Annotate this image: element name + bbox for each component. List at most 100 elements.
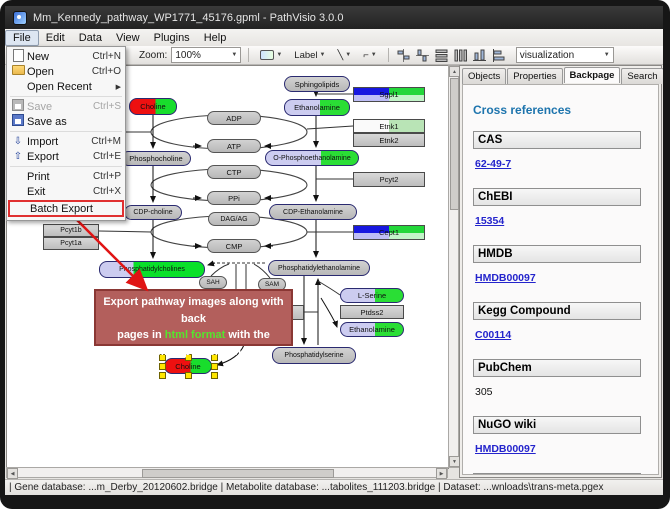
screenshot-frame: Mm_Kennedy_pathway_WP1771_45176.gpml - P… bbox=[0, 0, 670, 509]
xref-value-pubchem: 305 bbox=[475, 386, 493, 398]
menu-item-export[interactable]: ⇧ Export Ctrl+E bbox=[7, 149, 125, 164]
node-etnk2[interactable]: Etnk2 bbox=[353, 133, 425, 147]
menu-item-open[interactable]: Open Ctrl+O bbox=[7, 64, 125, 79]
selection-handle[interactable] bbox=[185, 372, 192, 379]
node-pcyt1b[interactable]: Pcyt1b bbox=[43, 224, 99, 237]
node-ethanolamine-bottom[interactable]: Ethanolamine bbox=[340, 322, 404, 337]
menu-item-batch-export[interactable]: Batch Export bbox=[8, 200, 124, 217]
menu-edit[interactable]: Edit bbox=[39, 31, 72, 45]
align-center-horizontal-button[interactable] bbox=[415, 48, 430, 63]
node-o-phosphoethanolamine[interactable]: O-Phosphoethanolamine bbox=[265, 150, 359, 166]
horizontal-scroll-thumb[interactable] bbox=[142, 469, 334, 478]
menu-separator bbox=[10, 131, 122, 132]
node-sgpl1[interactable]: Sgpl1 bbox=[353, 87, 425, 102]
node-cmp[interactable]: CMP bbox=[207, 239, 261, 253]
menu-data[interactable]: Data bbox=[72, 31, 109, 45]
new-file-icon bbox=[9, 49, 27, 65]
xref-section-wikipedia: Wikipedia Choline bbox=[473, 473, 648, 475]
menu-file[interactable]: File bbox=[5, 30, 39, 46]
title-bar: Mm_Kennedy_pathway_WP1771_45176.gpml - P… bbox=[5, 6, 663, 29]
scroll-left-button[interactable]: ◀ bbox=[7, 468, 18, 479]
menu-bar: File Edit Data View Plugins Help bbox=[5, 29, 663, 47]
menu-help[interactable]: Help bbox=[197, 31, 234, 45]
menu-item-print[interactable]: Print Ctrl+P bbox=[7, 169, 125, 184]
file-menu-popup: New Ctrl+N Open Ctrl+O Open Recent ▶ Sav… bbox=[6, 46, 126, 221]
xref-section-kegg: Kegg Compound C00114 bbox=[473, 302, 648, 349]
tab-objects[interactable]: Objects bbox=[462, 68, 506, 84]
node-dag[interactable]: DAG/AG bbox=[208, 212, 260, 226]
xref-header: ChEBI bbox=[473, 188, 641, 206]
menu-item-exit[interactable]: Exit Ctrl+X bbox=[7, 184, 125, 199]
menu-item-new[interactable]: New Ctrl+N bbox=[7, 49, 125, 64]
xref-header: NuGO wiki bbox=[473, 416, 641, 434]
canvas-vertical-scrollbar[interactable]: ▲ ▼ bbox=[448, 65, 459, 468]
selection-handle[interactable] bbox=[211, 363, 218, 370]
chevron-down-icon: ▼ bbox=[371, 52, 377, 58]
menu-plugins[interactable]: Plugins bbox=[147, 31, 197, 45]
selection-handle[interactable] bbox=[211, 372, 218, 379]
vertical-scroll-thumb[interactable] bbox=[450, 78, 459, 210]
menu-item-open-recent[interactable]: Open Recent ▶ bbox=[7, 79, 125, 94]
node-cdp-choline[interactable]: CDP-choline bbox=[124, 205, 182, 220]
gene-box-icon bbox=[260, 50, 274, 60]
new-line-button[interactable]: ╲ ▼ bbox=[334, 47, 356, 64]
node-etnk1[interactable]: Etnk1 bbox=[353, 119, 425, 133]
node-phosphatidylserine[interactable]: Phosphatidylserine bbox=[272, 347, 356, 364]
node-adp[interactable]: ADP bbox=[207, 111, 261, 125]
node-pcyt1a[interactable]: Pcyt1a bbox=[43, 237, 99, 250]
menu-item-save-as[interactable]: Save as bbox=[7, 114, 125, 129]
toolbar-separator bbox=[248, 48, 249, 62]
xref-link-nugo[interactable]: HMDB00097 bbox=[475, 443, 536, 455]
node-sah[interactable]: SAH bbox=[199, 276, 227, 289]
node-ppi[interactable]: PPi bbox=[207, 191, 261, 205]
node-atp[interactable]: ATP bbox=[207, 139, 261, 153]
xref-section-hmdb: HMDB HMDB00097 bbox=[473, 245, 648, 292]
node-phosphatidylethanolamine[interactable]: Phosphatidylethanolamine bbox=[268, 260, 370, 276]
distribute-horizontal-button[interactable] bbox=[453, 48, 468, 63]
scroll-right-button[interactable]: ▶ bbox=[436, 468, 447, 479]
new-elbow-connector-button[interactable]: ⌐ ▼ bbox=[359, 47, 381, 64]
app-icon bbox=[13, 11, 27, 25]
menu-item-save[interactable]: Save Ctrl+S bbox=[7, 99, 125, 114]
chevron-down-icon: ▼ bbox=[345, 52, 351, 58]
side-panel-tabs: Objects Properties Backpage Search Legen… bbox=[462, 68, 663, 84]
node-pcyt2[interactable]: Pcyt2 bbox=[353, 172, 425, 187]
node-cept1[interactable]: Cept1 bbox=[353, 225, 425, 240]
xref-link-chebi[interactable]: 15354 bbox=[475, 215, 504, 227]
xref-section-cas: CAS 62-49-7 bbox=[473, 131, 648, 178]
node-phosphatidylcholines[interactable]: Phosphatidylcholines bbox=[99, 261, 205, 278]
chevron-down-icon: ▼ bbox=[320, 52, 326, 58]
xref-link-hmdb[interactable]: HMDB00097 bbox=[475, 272, 536, 284]
visualization-combobox[interactable]: visualization ▼ bbox=[516, 47, 614, 63]
save-as-icon bbox=[9, 114, 27, 129]
canvas-horizontal-scrollbar[interactable]: ◀ ▶ bbox=[6, 467, 448, 478]
align-center-vertical-button[interactable] bbox=[396, 48, 411, 63]
menu-view[interactable]: View bbox=[109, 31, 147, 45]
backpage-panel: Cross references CAS 62-49-7 ChEBI 15354… bbox=[462, 84, 659, 475]
align-bottom-button[interactable] bbox=[472, 48, 487, 63]
node-cdp-ethanolamine[interactable]: CDP-Ethanolamine bbox=[269, 204, 357, 220]
xref-link-kegg[interactable]: C00114 bbox=[475, 329, 511, 341]
align-left-icon bbox=[492, 49, 505, 62]
align-left-button[interactable] bbox=[491, 48, 506, 63]
zoom-label: Zoom: bbox=[139, 50, 167, 61]
tab-backpage[interactable]: Backpage bbox=[564, 67, 621, 83]
node-choline-top[interactable]: Choline bbox=[129, 98, 177, 115]
tab-properties[interactable]: Properties bbox=[507, 68, 562, 84]
selection-handle[interactable] bbox=[159, 372, 166, 379]
node-ethanolamine-top[interactable]: Ethanolamine bbox=[284, 99, 350, 116]
node-phosphocholine[interactable]: Phosphocholine bbox=[121, 151, 191, 166]
node-l-serine[interactable]: L-Serine bbox=[340, 288, 404, 303]
distribute-vertical-button[interactable] bbox=[434, 48, 449, 63]
new-gene-button[interactable]: ▼ bbox=[256, 47, 286, 64]
menu-item-import[interactable]: ⇩ Import Ctrl+M bbox=[7, 134, 125, 149]
new-label-button[interactable]: Label ▼ bbox=[290, 47, 329, 64]
node-ctp[interactable]: CTP bbox=[207, 165, 261, 179]
xref-link-cas[interactable]: 62-49-7 bbox=[475, 158, 511, 170]
node-sphingolipids[interactable]: Sphingolipids bbox=[284, 76, 350, 92]
tab-search[interactable]: Search bbox=[621, 68, 663, 84]
menu-separator bbox=[10, 96, 122, 97]
selection-handle[interactable] bbox=[159, 363, 166, 370]
node-ptdss2[interactable]: Ptdss2 bbox=[340, 305, 404, 319]
zoom-combobox[interactable]: 100% ▼ bbox=[171, 47, 241, 63]
